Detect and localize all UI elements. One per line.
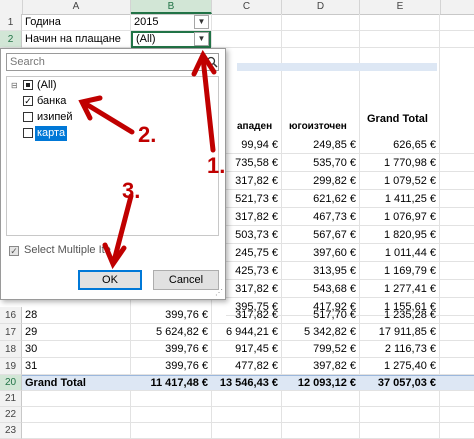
arrow-2-icon bbox=[83, 101, 135, 135]
annotation-label-1: 1. bbox=[207, 153, 226, 178]
annotation-arrows bbox=[78, 49, 217, 270]
annotation-label-2: 2. bbox=[138, 122, 157, 147]
annotation-label-3: 3. bbox=[122, 178, 141, 203]
spreadsheet: A B C D E 1 Година 2015 ▼ 2 Начин на пла… bbox=[0, 0, 474, 439]
